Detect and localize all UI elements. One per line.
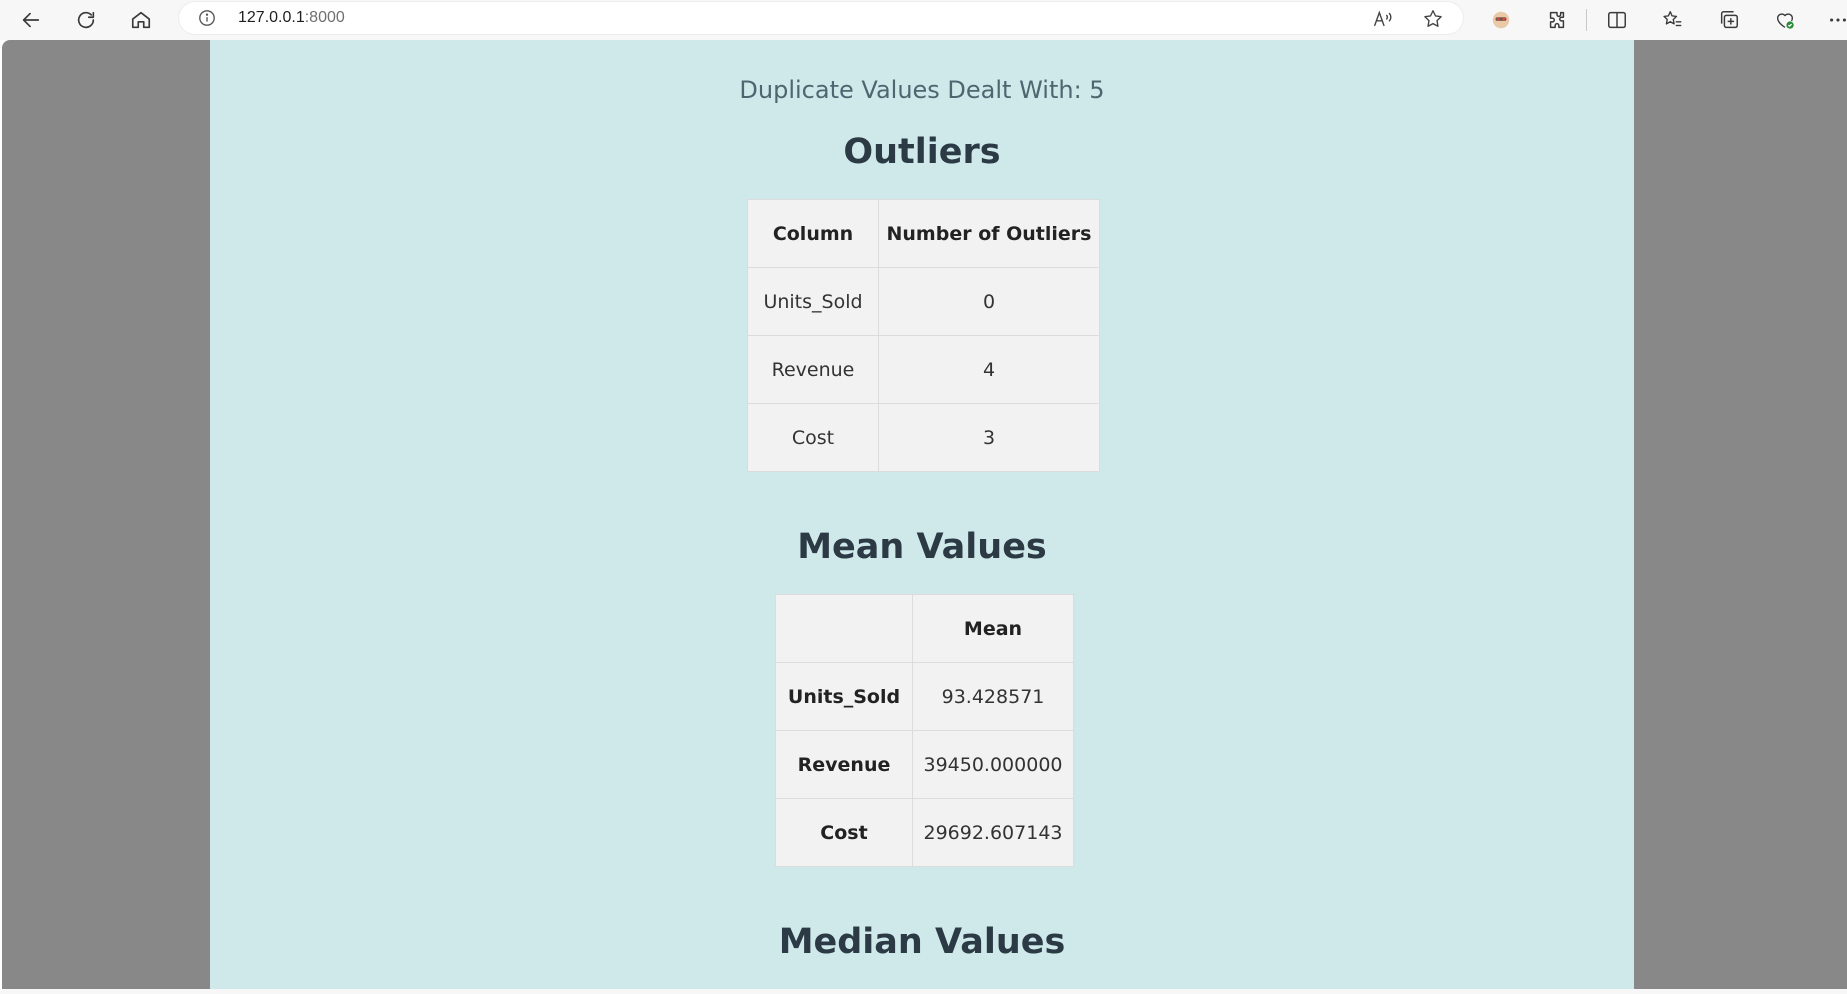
table-cell: Revenue bbox=[747, 335, 879, 404]
row-label: Units_Sold bbox=[775, 662, 913, 731]
table-row: Cost 3 bbox=[747, 403, 1100, 472]
url-port: :8000 bbox=[304, 9, 345, 26]
split-screen-icon[interactable] bbox=[1601, 4, 1633, 36]
browser-viewport: Duplicate Values Dealt With: 5 Outliers … bbox=[2, 40, 1847, 989]
table-row: Units_Sold 0 bbox=[747, 267, 1100, 336]
outliers-title: Outliers bbox=[843, 132, 1001, 172]
toolbar-divider bbox=[1586, 9, 1587, 31]
table-header-row: Column Number of Outliers bbox=[747, 199, 1100, 268]
column-header: Column bbox=[747, 199, 879, 268]
row-label-header bbox=[775, 594, 913, 663]
table-cell: 3 bbox=[878, 403, 1100, 472]
profile-avatar-icon[interactable] bbox=[1485, 4, 1517, 36]
favorites-list-icon[interactable] bbox=[1657, 4, 1689, 36]
site-info-icon[interactable] bbox=[198, 9, 216, 27]
page-content: Duplicate Values Dealt With: 5 Outliers … bbox=[210, 40, 1634, 989]
url-host: 127.0.0.1 bbox=[238, 9, 305, 26]
table-row: Cost 29692.607143 bbox=[775, 798, 1074, 867]
address-bar[interactable]: 127.0.0.1:8000 bbox=[178, 1, 1464, 35]
table-cell: 0 bbox=[878, 267, 1100, 336]
mean-header: Mean bbox=[912, 594, 1074, 663]
duplicate-values-text: Duplicate Values Dealt With: 5 bbox=[739, 76, 1105, 104]
back-arrow-icon[interactable] bbox=[15, 4, 47, 36]
favorite-star-icon[interactable] bbox=[1421, 7, 1445, 31]
extensions-puzzle-icon[interactable] bbox=[1541, 4, 1573, 36]
table-row: Revenue 39450.000000 bbox=[775, 730, 1074, 799]
table-row: Revenue 4 bbox=[747, 335, 1100, 404]
window-bottom-edge bbox=[0, 989, 1847, 994]
row-label: Revenue bbox=[775, 730, 913, 799]
row-label: Cost bbox=[775, 798, 913, 867]
mean-values-title: Mean Values bbox=[797, 527, 1047, 567]
outliers-table: Column Number of Outliers Units_Sold 0 R… bbox=[747, 199, 1100, 472]
outliers-count-header: Number of Outliers bbox=[878, 199, 1100, 268]
table-cell: Cost bbox=[747, 403, 879, 472]
url-text[interactable]: 127.0.0.1:8000 bbox=[238, 9, 345, 27]
collections-icon[interactable] bbox=[1713, 4, 1745, 36]
refresh-icon[interactable] bbox=[70, 4, 102, 36]
browser-essentials-icon[interactable] bbox=[1769, 4, 1801, 36]
read-aloud-icon[interactable] bbox=[1371, 7, 1395, 31]
table-cell: Units_Sold bbox=[747, 267, 879, 336]
median-values-title: Median Values bbox=[778, 922, 1066, 962]
table-cell: 29692.607143 bbox=[912, 798, 1074, 867]
table-cell: 4 bbox=[878, 335, 1100, 404]
more-options-icon[interactable] bbox=[1822, 4, 1847, 36]
home-icon[interactable] bbox=[125, 4, 157, 36]
table-header-row: Mean bbox=[775, 594, 1074, 663]
mean-values-table: Mean Units_Sold 93.428571 Revenue 39450.… bbox=[775, 594, 1074, 867]
table-row: Units_Sold 93.428571 bbox=[775, 662, 1074, 731]
table-cell: 39450.000000 bbox=[912, 730, 1074, 799]
browser-toolbar: 127.0.0.1:8000 bbox=[0, 0, 1847, 40]
table-cell: 93.428571 bbox=[912, 662, 1074, 731]
